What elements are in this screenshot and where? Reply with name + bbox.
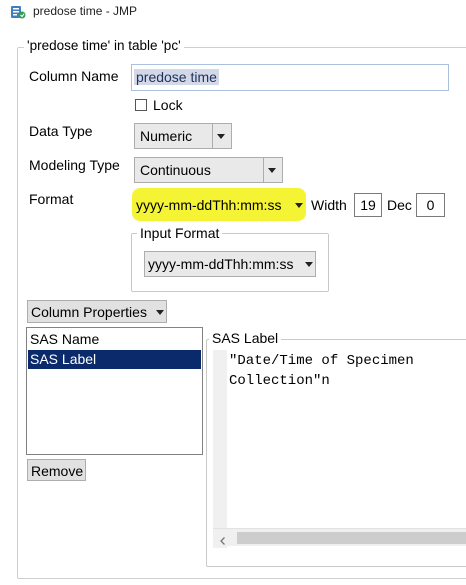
modeling-type-value: Continuous bbox=[140, 162, 211, 178]
remove-label: Remove bbox=[31, 463, 84, 479]
modeling-type-arrow[interactable] bbox=[263, 158, 282, 182]
group-title: 'predose time' in table 'pc' bbox=[24, 38, 184, 53]
sas-label-title: SAS Label bbox=[209, 330, 282, 346]
column-name-value: predose time bbox=[134, 69, 219, 85]
modeling-type-label: Modeling Type bbox=[29, 157, 120, 173]
horizontal-scrollbar[interactable] bbox=[213, 528, 466, 546]
data-type-dropdown[interactable]: Numeric bbox=[134, 123, 232, 149]
lock-checkbox[interactable] bbox=[135, 99, 147, 111]
data-type-label: Data Type bbox=[29, 123, 93, 139]
format-label: Format bbox=[29, 191, 74, 207]
scrollbar-thumb[interactable] bbox=[237, 532, 466, 544]
dec-label: Dec bbox=[387, 197, 412, 213]
width-label: Width bbox=[311, 197, 347, 213]
data-type-value: Numeric bbox=[140, 128, 193, 144]
column-properties-button[interactable]: Column Properties bbox=[27, 300, 167, 323]
editor-gutter bbox=[213, 350, 227, 548]
jmp-app-icon bbox=[10, 4, 26, 20]
lock-label: Lock bbox=[153, 97, 183, 113]
column-name-label: Column Name bbox=[29, 68, 119, 84]
input-format-dropdown[interactable]: yyyy-mm-ddThh:mm:ss bbox=[144, 251, 316, 277]
properties-list[interactable]: SAS Name SAS Label bbox=[26, 327, 203, 455]
title-bar: predose time - JMP bbox=[0, 0, 466, 24]
dec-field[interactable]: 0 bbox=[416, 193, 445, 217]
chevron-down-icon bbox=[295, 203, 303, 208]
chevron-down-icon bbox=[268, 168, 276, 173]
input-format-value: yyyy-mm-ddThh:mm:ss bbox=[148, 256, 294, 272]
list-item-sas-label[interactable]: SAS Label bbox=[28, 350, 201, 369]
input-format-title: Input Format bbox=[137, 225, 223, 241]
list-item-sas-name[interactable]: SAS Name bbox=[28, 330, 201, 349]
data-type-arrow[interactable] bbox=[212, 124, 231, 148]
chevron-down-icon bbox=[305, 262, 313, 267]
window-title: predose time - JMP bbox=[33, 4, 138, 18]
scroll-left-icon[interactable] bbox=[218, 533, 228, 545]
format-value: yyyy-mm-ddThh:mm:ss bbox=[136, 197, 282, 213]
sas-label-editor[interactable]: "Date/Time of Specimen Collection"n bbox=[213, 350, 466, 548]
chevron-down-icon bbox=[217, 134, 225, 139]
sas-label-line-1: "Date/Time of Specimen bbox=[229, 353, 414, 369]
modeling-type-dropdown[interactable]: Continuous bbox=[134, 157, 283, 183]
remove-button[interactable]: Remove bbox=[27, 459, 86, 481]
chevron-down-icon bbox=[156, 310, 164, 315]
format-dropdown[interactable]: yyyy-mm-ddThh:mm:ss bbox=[136, 194, 306, 218]
column-properties-label: Column Properties bbox=[31, 304, 147, 320]
sas-label-line-2: Collection"n bbox=[229, 373, 330, 389]
column-name-field[interactable]: predose time bbox=[131, 64, 449, 91]
width-field[interactable]: 19 bbox=[354, 193, 382, 217]
